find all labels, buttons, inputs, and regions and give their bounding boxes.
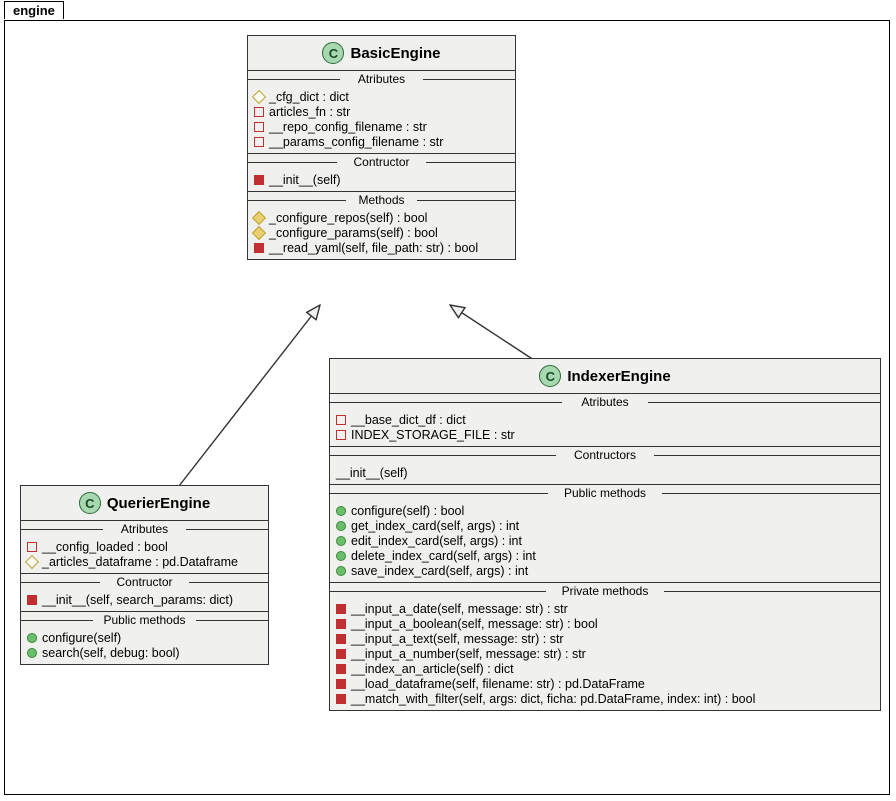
class-name: BasicEngine [350, 45, 440, 62]
constructors-list: __init__(self) [248, 170, 515, 191]
attributes-list: _cfg_dict : dict articles_fn : str __rep… [248, 87, 515, 153]
section-label-constructors: Contructors [330, 447, 880, 463]
public-methods-list: configure(self) search(self, debug: bool… [21, 628, 268, 664]
attributes-list: __base_dict_df : dict INDEX_STORAGE_FILE… [330, 410, 880, 446]
attribute: _cfg_dict : dict [254, 89, 509, 104]
package-name: engine [13, 3, 55, 18]
class-indexerengine: C IndexerEngine Atributes __base_dict_df… [329, 358, 881, 711]
method: _configure_params(self) : bool [254, 225, 509, 240]
section-label-attributes: Atributes [21, 521, 268, 537]
class-header: C QuerierEngine [21, 486, 268, 520]
class-basicengine: C BasicEngine Atributes _cfg_dict : dict… [247, 35, 516, 260]
attribute: __repo_config_filename : str [254, 119, 509, 134]
class-querierengine: C QuerierEngine Atributes __config_loade… [20, 485, 269, 665]
public-methods-list: configure(self) : bool get_index_card(se… [330, 501, 880, 582]
attribute: articles_fn : str [254, 104, 509, 119]
section-label-public: Public methods [330, 485, 880, 501]
method: __index_an_article(self) : dict [336, 661, 874, 676]
section-label-constructor: Contructor [248, 154, 515, 170]
constructor: __init__(self) [254, 172, 509, 187]
method: __load_dataframe(self, filename: str) : … [336, 676, 874, 691]
package-tab: engine [4, 1, 64, 19]
section-label-attributes: Atributes [330, 394, 880, 410]
class-icon: C [539, 365, 561, 387]
section-label-public: Public methods [21, 612, 268, 628]
method: save_index_card(self, args) : int [336, 563, 874, 578]
attribute: INDEX_STORAGE_FILE : str [336, 427, 874, 442]
attribute: __base_dict_df : dict [336, 412, 874, 427]
class-icon: C [322, 42, 344, 64]
constructors-list: __init__(self) [330, 463, 880, 484]
method: get_index_card(self, args) : int [336, 518, 874, 533]
attribute: __params_config_filename : str [254, 134, 509, 149]
constructor: __init__(self, search_params: dict) [27, 592, 262, 607]
class-name: IndexerEngine [567, 368, 670, 385]
method: __input_a_text(self, message: str) : str [336, 631, 874, 646]
constructors-list: __init__(self, search_params: dict) [21, 590, 268, 611]
method: configure(self) [27, 630, 262, 645]
section-label-attributes: Atributes [248, 71, 515, 87]
class-name: QuerierEngine [107, 495, 210, 512]
method: __input_a_date(self, message: str) : str [336, 601, 874, 616]
method: __input_a_boolean(self, message: str) : … [336, 616, 874, 631]
method: _configure_repos(self) : bool [254, 210, 509, 225]
method: delete_index_card(self, args) : int [336, 548, 874, 563]
method: search(self, debug: bool) [27, 645, 262, 660]
method: __match_with_filter(self, args: dict, fi… [336, 691, 874, 706]
class-header: C BasicEngine [248, 36, 515, 70]
private-methods-list: __input_a_date(self, message: str) : str… [330, 599, 880, 710]
attribute: __config_loaded : bool [27, 539, 262, 554]
constructor: __init__(self) [336, 465, 874, 480]
section-label-constructor: Contructor [21, 574, 268, 590]
section-label-private: Private methods [330, 583, 880, 599]
section-label-methods: Methods [248, 192, 515, 208]
methods-list: _configure_repos(self) : bool _configure… [248, 208, 515, 259]
method: __read_yaml(self, file_path: str) : bool [254, 240, 509, 255]
attribute: _articles_dataframe : pd.Dataframe [27, 554, 262, 569]
class-icon: C [79, 492, 101, 514]
method: __input_a_number(self, message: str) : s… [336, 646, 874, 661]
method: edit_index_card(self, args) : int [336, 533, 874, 548]
class-header: C IndexerEngine [330, 359, 880, 393]
diagram-canvas: engine C BasicEngine Atributes _cfg_dict… [0, 0, 896, 801]
method: configure(self) : bool [336, 503, 874, 518]
attributes-list: __config_loaded : bool _articles_datafra… [21, 537, 268, 573]
